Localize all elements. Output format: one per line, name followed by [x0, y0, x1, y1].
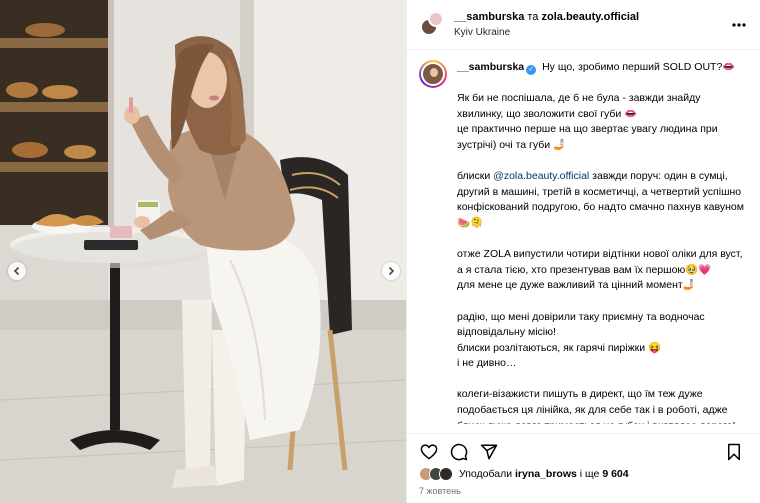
post-photo[interactable] [0, 0, 406, 503]
chevron-right-icon [388, 266, 395, 276]
caption-paragraph: радію, що мені довірили таку приємну та … [457, 310, 748, 372]
author-username[interactable]: __samburska [454, 11, 524, 23]
share-icon [480, 444, 498, 459]
post-header: __samburska та zola.beauty.official Kyiv… [407, 0, 760, 50]
caption-text: колеги-візажисти пишуть в директ, що їм … [457, 388, 735, 424]
caption-text: для мене це дуже важливий та цінний моме… [457, 279, 683, 292]
chevron-left-icon [13, 266, 20, 276]
post-location[interactable]: Kyiv Ukraine [454, 25, 728, 40]
post-header-text: __samburska та zola.beauty.official Kyiv… [454, 10, 728, 40]
comment-button[interactable] [449, 442, 469, 462]
bookmark-icon [728, 443, 740, 460]
post-modal: __samburska та zola.beauty.official Kyiv… [0, 0, 760, 503]
coauthor-avatar [428, 10, 444, 27]
emoji: 💗 [698, 263, 712, 276]
photo-illustration [0, 0, 406, 503]
caption-username[interactable]: __samburska [457, 61, 524, 73]
likes-middle: і ще [579, 468, 600, 480]
emoji: 🍉 [457, 216, 471, 229]
liker-username[interactable]: iryna_brows [515, 468, 577, 480]
emoji: 🤳🏻 [553, 138, 567, 151]
caption-text: Як би не поспішала, де б не була - завжд… [457, 92, 701, 120]
action-bar [407, 433, 760, 461]
caption-paragraph: __samburska ✓ Ну що, зробимо перший SOLD … [457, 60, 748, 76]
header-authors: __samburska та zola.beauty.official [454, 10, 728, 25]
header-connector: та [527, 10, 539, 23]
liker-avatar [439, 467, 453, 481]
share-button[interactable] [479, 442, 499, 462]
post-side-panel: __samburska та zola.beauty.official Kyiv… [406, 0, 760, 503]
caption-paragraph: Як би не поспішала, де б не була - завжд… [457, 91, 748, 153]
mention-link[interactable]: @zola.beauty.official [493, 170, 589, 182]
caption-text: Ну що, зробимо перший SOLD OUT? [542, 61, 723, 73]
likers-avatars [419, 467, 453, 481]
caption-text: і не дивно… [457, 357, 517, 370]
caption-paragraph: колеги-візажисти пишуть в директ, що їм … [457, 387, 748, 424]
emoji: 🤳🏻 [682, 279, 696, 292]
post-date[interactable]: 7 жовтень [419, 486, 461, 496]
caption-text: блиски [457, 170, 494, 183]
caption-paragraph: блиски @zola.beauty.official завжди пору… [457, 169, 748, 231]
likes-summary[interactable]: Уподобали iryna_brows і ще 9 604 [419, 467, 629, 481]
likes-count[interactable]: 9 604 [602, 468, 628, 480]
more-horizontal-icon [732, 22, 746, 27]
emoji: 🥹 [685, 263, 699, 276]
caption-text: радію, що мені довірили таку приємну та … [457, 310, 705, 354]
verified-badge-icon: ✓ [526, 65, 537, 75]
save-button[interactable] [724, 442, 744, 462]
caption-text: це практично перше на що звертає увагу л… [457, 123, 718, 151]
emoji: 👄 [624, 107, 638, 120]
caption-paragraph: отже ZOLA випустили чотири відтінки ново… [457, 247, 748, 294]
caption-author-avatar[interactable] [419, 60, 447, 88]
carousel-next-button[interactable] [382, 262, 400, 280]
emoji: 😝 [648, 341, 662, 354]
heart-icon [420, 443, 438, 459]
emoji: 🫠 [470, 216, 484, 229]
more-options-button[interactable] [728, 14, 750, 36]
collab-avatars[interactable] [420, 10, 444, 36]
likes-prefix: Уподобали [459, 468, 513, 480]
comment-icon [450, 443, 468, 460]
like-button[interactable] [419, 442, 439, 462]
coauthor-username[interactable]: zola.beauty.official [542, 11, 640, 23]
post-caption: __samburska ✓ Ну що, зробимо перший SOLD … [457, 60, 748, 424]
caption-scroll-area[interactable]: __samburska ✓ Ну що, зробимо перший SOLD … [407, 50, 760, 424]
emoji: 👄 [722, 61, 736, 73]
carousel-prev-button[interactable] [8, 262, 26, 280]
